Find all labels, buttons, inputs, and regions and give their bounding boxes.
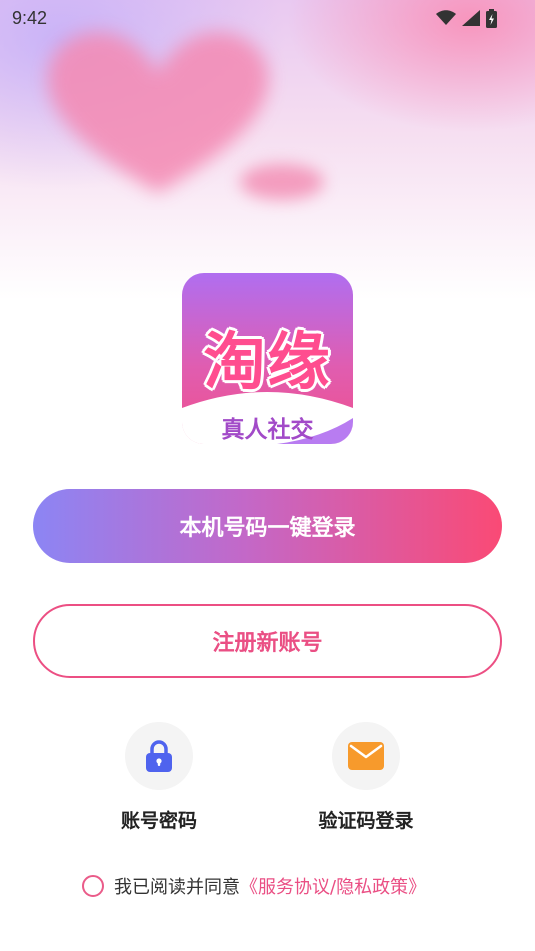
agreement-row: 我已阅读并同意《服务协议/隐私政策》	[82, 872, 426, 900]
password-login-label: 账号密码	[120, 810, 197, 832]
logo-subtitle: 真人社交	[221, 417, 314, 443]
signal-icon	[462, 10, 480, 26]
sms-login-label: 验证码登录	[318, 810, 414, 832]
status-bar: 9:42	[0, 0, 535, 36]
wifi-icon	[436, 10, 456, 25]
one-click-login-button[interactable]: 本机号码一键登录	[33, 489, 502, 563]
agreement-text: 我已阅读并同意	[114, 877, 240, 898]
battery-icon	[486, 8, 497, 28]
lock-icon	[146, 740, 172, 772]
register-button[interactable]: 注册新账号	[33, 604, 502, 678]
agreement-link[interactable]: 《服务协议/隐私政策》	[240, 877, 426, 898]
status-time: 9:42	[12, 8, 48, 28]
sms-login-icon-circle[interactable]	[332, 722, 400, 790]
password-login-option[interactable]: 账号密码	[79, 722, 239, 833]
agreement-checkbox[interactable]	[82, 875, 104, 897]
mail-icon	[348, 742, 384, 770]
small-heart-decoration	[240, 164, 324, 200]
password-login-icon-circle[interactable]	[125, 722, 193, 790]
app-logo: 淘缘 真人社交	[182, 273, 353, 444]
status-icons	[436, 8, 497, 28]
sms-login-option[interactable]: 验证码登录	[286, 722, 446, 833]
